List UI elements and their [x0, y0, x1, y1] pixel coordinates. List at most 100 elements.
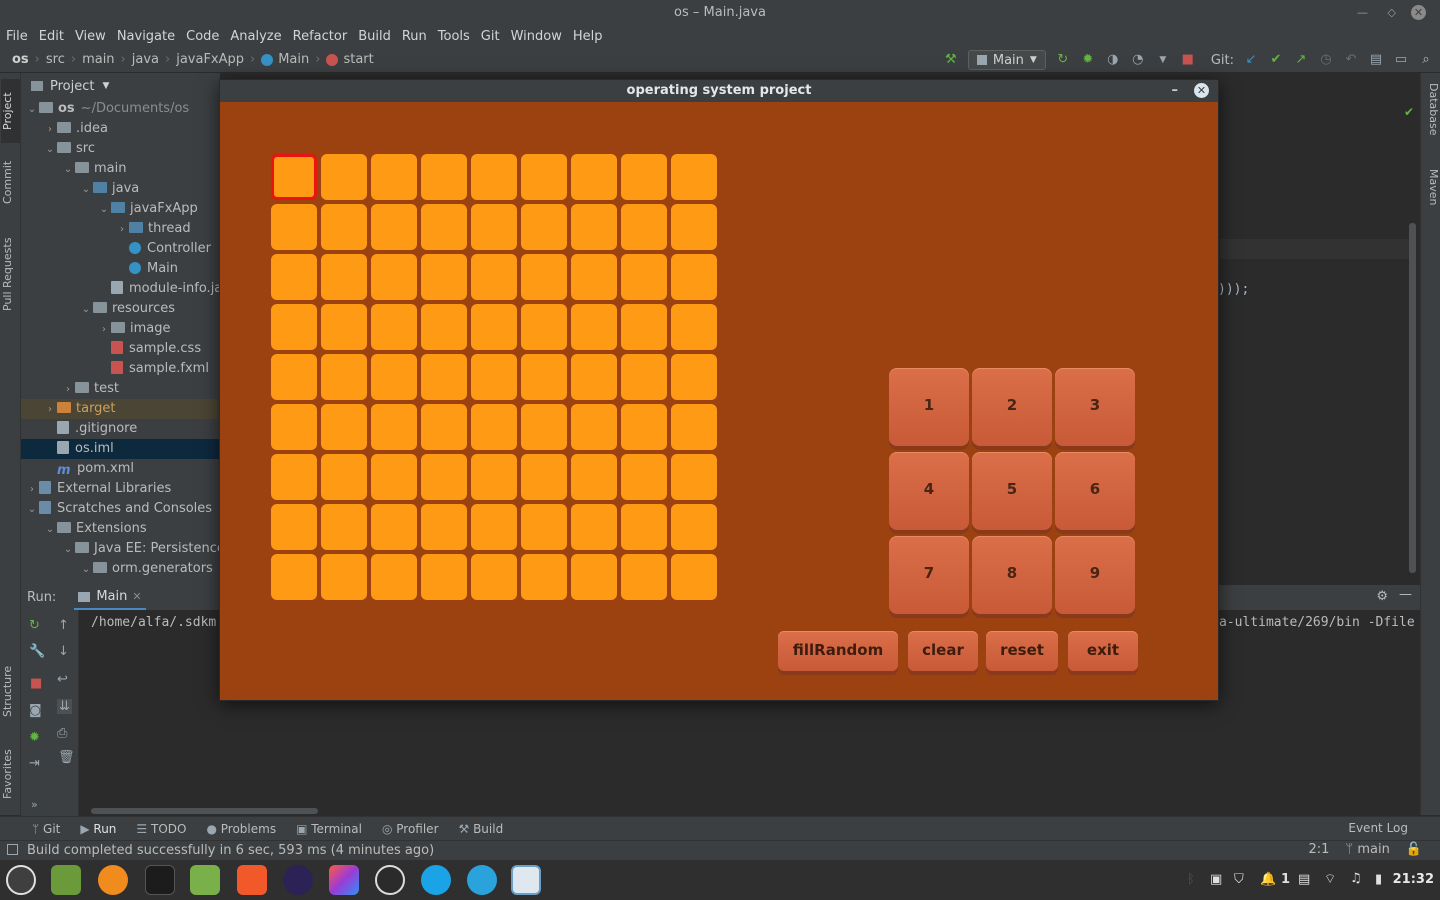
menu-analyze[interactable]: Analyze: [230, 29, 281, 44]
chevron-down-icon[interactable]: ⌄: [61, 160, 75, 180]
bottom-tab-profiler[interactable]: ◎ Profiler: [382, 822, 439, 836]
tab-database[interactable]: Database: [1422, 83, 1440, 153]
maximize-icon[interactable]: ◇: [1388, 0, 1396, 25]
tree-row[interactable]: ⌄ Extensions: [21, 519, 220, 539]
number-button-4[interactable]: 4: [889, 452, 969, 530]
search-icon[interactable]: ⌕: [1418, 52, 1434, 68]
lock-icon[interactable]: 🔓: [1406, 842, 1422, 857]
grid-cell[interactable]: [321, 154, 367, 200]
grid-cell[interactable]: [421, 454, 467, 500]
tab-structure[interactable]: Structure: [1, 657, 20, 725]
grid-cell[interactable]: [271, 354, 317, 400]
grid-cell[interactable]: [671, 504, 717, 550]
grid-cell[interactable]: [571, 404, 617, 450]
grid-cell[interactable]: [621, 504, 667, 550]
folder-icon[interactable]: [190, 865, 220, 895]
grid-cell[interactable]: [621, 154, 667, 200]
menu-file[interactable]: File: [6, 29, 28, 44]
grid-cell[interactable]: [521, 354, 567, 400]
grid-cell[interactable]: [271, 154, 317, 200]
grid-cell[interactable]: [571, 454, 617, 500]
project-panel-header[interactable]: Project ▼: [21, 73, 220, 99]
eclipse-icon[interactable]: [283, 865, 313, 895]
files-icon[interactable]: [51, 865, 81, 895]
trash-icon[interactable]: 🗑: [58, 750, 75, 765]
grid-cell[interactable]: [271, 554, 317, 600]
grid-cell[interactable]: [671, 154, 717, 200]
grid-cell[interactable]: [421, 404, 467, 450]
scroll-up-icon[interactable]: ↑: [58, 618, 69, 633]
chevron-right-icon[interactable]: ›: [43, 400, 57, 420]
grid-cell[interactable]: [421, 554, 467, 600]
grid-cell[interactable]: [371, 254, 417, 300]
chevron-down-icon[interactable]: ⌄: [61, 540, 75, 560]
tab-commit[interactable]: Commit: [1, 151, 20, 213]
number-button-2[interactable]: 2: [972, 368, 1052, 446]
grid-cell[interactable]: [471, 454, 517, 500]
tree-row[interactable]: ⌄ Java EE: Persistence: [21, 539, 220, 559]
menu-navigate[interactable]: Navigate: [117, 29, 175, 44]
clipboard-icon[interactable]: ▣: [1210, 872, 1222, 887]
grid-cell[interactable]: [521, 554, 567, 600]
git-branch-widget[interactable]: ᛘ main: [1345, 842, 1389, 857]
menu-view[interactable]: View: [75, 29, 106, 44]
fillrandom-button[interactable]: fillRandom: [778, 631, 898, 671]
wrench-icon[interactable]: 🔧: [29, 644, 45, 659]
grid-cell[interactable]: [471, 404, 517, 450]
grid-cell[interactable]: [521, 404, 567, 450]
tree-row[interactable]: Controller: [21, 239, 220, 259]
shield-icon[interactable]: ⛉: [1234, 872, 1244, 887]
grid-cell[interactable]: [271, 504, 317, 550]
status-toggle-icon[interactable]: [7, 844, 18, 855]
music-icon[interactable]: ♫: [1350, 871, 1362, 886]
grid-cell[interactable]: [671, 354, 717, 400]
editor-scrollbar[interactable]: [1409, 223, 1416, 573]
skype-icon[interactable]: [421, 865, 451, 895]
exit-icon[interactable]: ⇥: [29, 756, 40, 771]
menu-build[interactable]: Build: [358, 29, 391, 44]
number-button-3[interactable]: 3: [1055, 368, 1135, 446]
grid-cell[interactable]: [521, 454, 567, 500]
print-icon[interactable]: ⎙: [57, 726, 67, 741]
grid-cell[interactable]: [621, 354, 667, 400]
grid-cell[interactable]: [621, 254, 667, 300]
grid-cell[interactable]: [471, 354, 517, 400]
firefox-icon[interactable]: [98, 865, 128, 895]
terminal-icon[interactable]: [145, 865, 175, 895]
git-update-icon[interactable]: ↙: [1243, 52, 1259, 68]
grid-cell[interactable]: [421, 254, 467, 300]
tree-row[interactable]: › External Libraries: [21, 479, 220, 499]
grid-cell[interactable]: [571, 254, 617, 300]
tree-row[interactable]: module-info.ja: [21, 279, 220, 299]
bottom-tab-terminal[interactable]: ▣ Terminal: [296, 822, 362, 836]
run-config-select[interactable]: Main ▼: [967, 50, 1046, 70]
fx-titlebar[interactable]: operating system project – ✕: [220, 80, 1218, 102]
tab-favorites[interactable]: Favorites: [1, 739, 20, 809]
number-button-6[interactable]: 6: [1055, 452, 1135, 530]
rerun-icon[interactable]: ↻: [29, 618, 40, 633]
brave-icon[interactable]: [237, 865, 267, 895]
number-button-5[interactable]: 5: [972, 452, 1052, 530]
debug-bug-icon[interactable]: ✹: [1080, 52, 1096, 68]
chevron-down-icon[interactable]: ⌄: [79, 180, 93, 200]
exit-button[interactable]: exit: [1068, 631, 1138, 671]
grid-cell[interactable]: [471, 304, 517, 350]
scroll-down-icon[interactable]: ↓: [58, 644, 69, 659]
git-rollback-icon[interactable]: ↶: [1343, 52, 1359, 68]
wifi-icon[interactable]: ⌔: [1324, 871, 1336, 887]
grid-cell[interactable]: [621, 554, 667, 600]
breadcrumb-item[interactable]: src: [46, 52, 65, 67]
chevron-down-icon[interactable]: ⌄: [79, 560, 93, 580]
grid-cell[interactable]: [271, 204, 317, 250]
chevron-down-icon[interactable]: ⌄: [43, 140, 57, 160]
tree-row[interactable]: .gitignore: [21, 419, 220, 439]
bluetooth-icon[interactable]: ᛒ: [1187, 872, 1195, 887]
chevron-right-icon[interactable]: ›: [61, 380, 75, 400]
grid-cell[interactable]: [271, 254, 317, 300]
notification-icon[interactable]: 🔔: [1260, 872, 1276, 887]
obs-icon[interactable]: [375, 865, 405, 895]
menu-tools[interactable]: Tools: [438, 29, 470, 44]
mint-menu-icon[interactable]: [6, 865, 36, 895]
grid-cell[interactable]: [671, 404, 717, 450]
grid-cell[interactable]: [271, 404, 317, 450]
